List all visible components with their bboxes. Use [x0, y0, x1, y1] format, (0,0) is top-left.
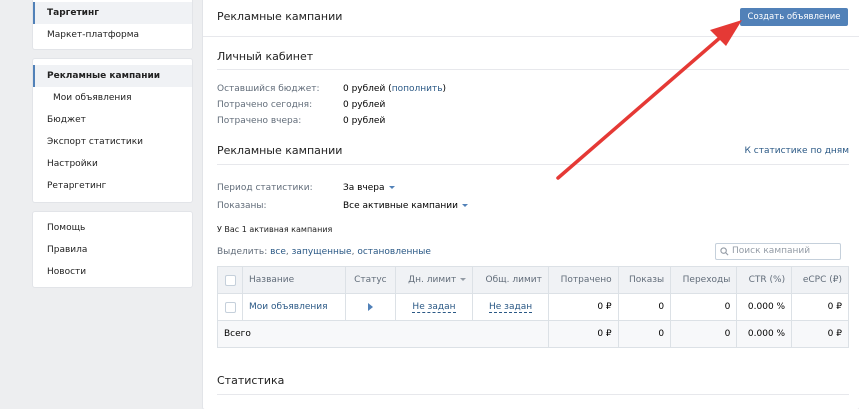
campaign-name-link[interactable]: Мои объявления [249, 302, 328, 312]
total-ctr: 0.000 % [736, 320, 793, 348]
campaigns-title: Рекламные кампании [217, 144, 343, 157]
stats-by-day-link[interactable]: К статистике по дням [745, 146, 849, 156]
select-all-link[interactable]: все [270, 247, 286, 257]
chevron-down-icon [461, 204, 468, 207]
sidebar-item-my-ads[interactable]: Мои объявления [33, 87, 192, 109]
row-ecpc: 0 ₽ [791, 293, 849, 321]
row-spent: 0 ₽ [547, 293, 619, 321]
table-header-row: Название Статус Дн. лимит Общ. лимит Пот… [217, 266, 849, 294]
shown-label: Показаны: [217, 201, 267, 211]
select-prefix: Выделить: [217, 247, 268, 257]
budget-label: Оставшийся бюджет: [217, 84, 320, 94]
active-count-text: У Вас 1 активная кампания [217, 225, 333, 234]
row-total-limit: Не задан [472, 293, 549, 321]
sidebar-item-targeting[interactable]: Таргетинг [33, 2, 192, 24]
budget-value: 0 рублей (пополнить) [343, 84, 446, 94]
sidebar-item-help[interactable]: Помощь [33, 217, 192, 239]
header-checkbox-cell [217, 266, 243, 294]
total-limit-edit[interactable]: Не задан [489, 302, 533, 313]
statistics-title: Статистика [217, 374, 285, 387]
sidebar-item-settings[interactable]: Настройки [33, 153, 192, 175]
row-day-limit: Не задан [394, 293, 474, 321]
chevron-down-icon [388, 186, 395, 189]
col-clicks[interactable]: Переходы [670, 266, 738, 294]
row-checkbox-cell [217, 293, 243, 321]
period-dropdown[interactable]: За вчера [343, 183, 395, 193]
sidebar-group-main: Рекламные кампании Мои объявления Бюджет… [33, 59, 192, 202]
sidebar-item-rules[interactable]: Правила [33, 239, 192, 261]
col-shows[interactable]: Показы [617, 266, 672, 294]
sidebar-group-help: Помощь Правила Новости [33, 212, 192, 287]
col-ctr[interactable]: CTR (%) [736, 266, 793, 294]
statistics-divider [217, 394, 849, 395]
period-value: За вчера [343, 183, 385, 193]
row-status [345, 293, 396, 321]
col-name[interactable]: Название [242, 266, 346, 294]
col-status[interactable]: Статус [345, 266, 396, 294]
total-clicks: 0 [670, 320, 738, 348]
sidebar-item-campaigns[interactable]: Рекламные кампании [33, 65, 192, 87]
row-checkbox[interactable] [224, 301, 236, 313]
row-ctr: 0.000 % [736, 293, 793, 321]
chevron-down-icon [460, 278, 467, 281]
total-spent: 0 ₽ [547, 320, 619, 348]
table-row: Мои объявления Не задан Не задан 0 ₽ 0 0… [217, 293, 849, 321]
select-stopped-link[interactable]: остановленные [357, 247, 431, 257]
sidebar-item-export[interactable]: Экспорт статистики [33, 131, 192, 153]
select-all-checkbox[interactable] [224, 274, 236, 286]
search-input[interactable]: Поиск кампаний [715, 243, 841, 260]
create-ad-button[interactable]: Создать объявление [740, 8, 848, 26]
total-ecpc: 0 ₽ [791, 320, 849, 348]
header-divider [203, 36, 859, 37]
sidebar-group-top: Таргетинг Маркет-платформа [33, 0, 192, 49]
spent-yesterday-value: 0 рублей [343, 116, 386, 126]
select-running-link[interactable]: запущенные [292, 247, 352, 257]
topup-link[interactable]: пополнить [392, 84, 443, 94]
row-shows: 0 [617, 293, 672, 321]
page-title: Рекламные кампании [217, 10, 343, 23]
play-icon[interactable] [367, 302, 373, 311]
cabinet-divider [217, 69, 849, 70]
search-placeholder: Поиск кампаний [732, 246, 811, 256]
shown-value: Все активные кампании [343, 201, 458, 211]
sidebar-item-market-platform[interactable]: Маркет-платформа [33, 24, 192, 46]
spent-yesterday-label: Потрачено вчера: [217, 116, 302, 126]
sidebar-item-news[interactable]: Новости [33, 261, 192, 283]
select-filter: Выделить: все, запущенные, остановленные [217, 247, 431, 257]
col-total-limit[interactable]: Общ. лимит [472, 266, 549, 294]
day-limit-edit[interactable]: Не задан [412, 302, 456, 313]
row-name: Мои объявления [242, 293, 346, 321]
main-panel: Рекламные кампании Создать объявление Ли… [203, 0, 859, 409]
period-label: Период статистики: [217, 183, 313, 193]
sidebar-item-retargeting[interactable]: Ретаргетинг [33, 175, 192, 197]
col-spent[interactable]: Потрачено [547, 266, 619, 294]
row-clicks: 0 [670, 293, 738, 321]
campaigns-divider [217, 164, 849, 165]
search-icon [720, 247, 729, 256]
shown-dropdown[interactable]: Все активные кампании [343, 201, 468, 211]
spent-today-label: Потрачено сегодня: [217, 100, 313, 110]
cabinet-title: Личный кабинет [217, 50, 314, 63]
campaigns-table: Название Статус Дн. лимит Общ. лимит Пот… [217, 266, 849, 348]
budget-amount: 0 рублей ( [343, 84, 392, 94]
col-day-limit-label: Дн. лимит [408, 275, 457, 285]
sidebar-item-budget[interactable]: Бюджет [33, 109, 192, 131]
col-day-limit[interactable]: Дн. лимит [394, 266, 474, 294]
total-shows: 0 [617, 320, 672, 348]
total-label: Всего [217, 320, 549, 348]
spent-today-value: 0 рублей [343, 100, 386, 110]
table-total-row: Всего 0 ₽ 0 0 0.000 % 0 ₽ [217, 320, 849, 348]
budget-tail: ) [442, 84, 447, 94]
col-ecpc[interactable]: eCPC (₽) [791, 266, 849, 294]
